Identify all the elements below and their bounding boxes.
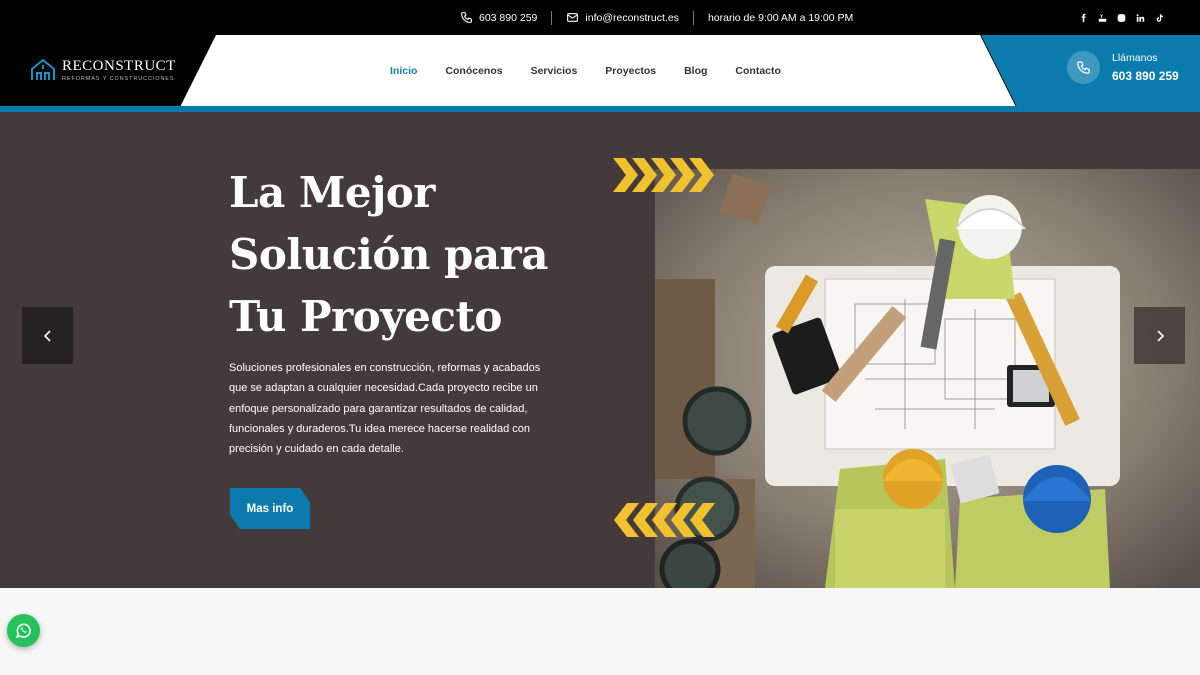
next-section bbox=[0, 588, 1200, 675]
facebook-icon[interactable] bbox=[1079, 12, 1088, 24]
topbar-email[interactable]: info@reconstruct.es bbox=[566, 11, 679, 24]
call-circle bbox=[1067, 51, 1100, 84]
whatsapp-icon bbox=[15, 623, 31, 638]
hero-slider: La Mejor Solución para Tu Proyecto Soluc… bbox=[0, 112, 1200, 588]
chevron-left-icon bbox=[43, 329, 51, 342]
divider bbox=[692, 10, 694, 25]
instagram-icon[interactable] bbox=[1117, 12, 1126, 24]
nav-item-proyectos[interactable]: Proyectos bbox=[605, 65, 656, 77]
divider bbox=[551, 10, 553, 25]
mail-icon bbox=[567, 13, 579, 22]
nav-item-conocenos[interactable]: Conócenos bbox=[445, 65, 502, 77]
logo[interactable]: RECONSTRUCT REFORMAS Y CONSTRUCCIONES bbox=[30, 35, 176, 105]
nav-item-inicio[interactable]: Inicio bbox=[390, 65, 417, 77]
hero-text: Soluciones profesionales en construcción… bbox=[229, 362, 541, 456]
call-number: 603 890 259 bbox=[1112, 69, 1179, 83]
phone-icon bbox=[461, 12, 472, 23]
prev-slide-button[interactable] bbox=[22, 307, 73, 364]
social-links bbox=[1079, 0, 1164, 35]
topbar-email-text: info@reconstruct.es bbox=[585, 11, 679, 24]
phone-icon bbox=[1077, 61, 1090, 74]
youtube-icon[interactable] bbox=[1098, 12, 1107, 24]
logo-name: RECONSTRUCT bbox=[62, 58, 176, 74]
logo-tagline: REFORMAS Y CONSTRUCCIONES bbox=[62, 76, 175, 82]
topbar-hours: horario de 9:00 AM a 19:00 PM bbox=[708, 12, 853, 24]
topbar-hours-text: horario de 9:00 AM a 19:00 PM bbox=[707, 11, 854, 24]
topbar-contacts: 603 890 259 info@reconstruct.es horario … bbox=[460, 0, 853, 35]
hero-image bbox=[655, 169, 1200, 588]
chevrons-right-decoration bbox=[613, 158, 714, 192]
main-nav: Inicio Conócenos Servicios Proyectos Blo… bbox=[390, 35, 781, 107]
topbar-phone[interactable]: 603 890 259 bbox=[460, 11, 537, 24]
call-label: Llámanos bbox=[1112, 52, 1158, 64]
chevron-right-icon bbox=[1156, 329, 1164, 342]
call-block[interactable]: Llámanos 603 890 259 bbox=[1067, 51, 1179, 84]
page: 603 890 259 info@reconstruct.es horario … bbox=[0, 0, 1200, 675]
nav-item-contacto[interactable]: Contacto bbox=[735, 65, 781, 77]
whatsapp-button[interactable] bbox=[7, 614, 40, 647]
nav-item-blog[interactable]: Blog bbox=[684, 65, 707, 77]
chevrons-left-decoration bbox=[614, 503, 715, 537]
top-bar: 603 890 259 info@reconstruct.es horario … bbox=[0, 0, 1200, 35]
hero-title: La Mejor Solución para Tu Proyecto bbox=[229, 168, 548, 341]
house-icon bbox=[31, 58, 55, 80]
more-info-button[interactable]: Mas info bbox=[230, 488, 310, 529]
header: RECONSTRUCT REFORMAS Y CONSTRUCCIONES In… bbox=[0, 35, 1200, 107]
nav-item-servicios[interactable]: Servicios bbox=[531, 65, 578, 77]
topbar-phone-text: 603 890 259 bbox=[479, 11, 538, 24]
tiktok-icon[interactable] bbox=[1155, 12, 1164, 24]
linkedin-icon[interactable] bbox=[1136, 12, 1145, 24]
next-slide-button[interactable] bbox=[1134, 307, 1185, 364]
